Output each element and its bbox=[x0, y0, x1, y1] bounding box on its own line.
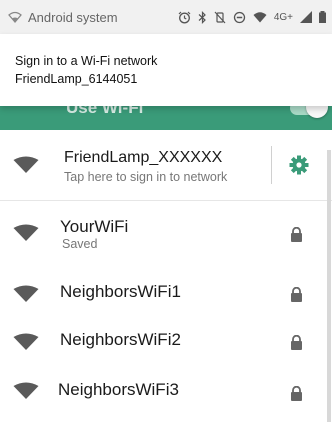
row-divider bbox=[271, 146, 272, 184]
settings-gear-icon[interactable] bbox=[289, 155, 309, 175]
network-ssid: NeighborsWiFi2 bbox=[60, 330, 181, 349]
battery-icon bbox=[319, 11, 326, 23]
notification-text: FriendLamp_6144051 bbox=[15, 72, 138, 86]
network-ssid: FriendLamp_XXXXXX bbox=[64, 149, 223, 166]
network-row[interactable]: NeighborsWiFi3 bbox=[0, 366, 332, 422]
notification-title: Sign in to a Wi-Fi network bbox=[15, 54, 158, 68]
list-scrollbar[interactable] bbox=[327, 150, 331, 422]
network-subtitle: Saved bbox=[62, 237, 98, 251]
wifi-signal-icon bbox=[13, 333, 39, 350]
status-bar: Android system 4G+ bbox=[0, 0, 332, 34]
network-ssid: YourWiFi bbox=[60, 217, 129, 236]
wifi-signal-icon bbox=[13, 224, 39, 241]
lock-icon bbox=[291, 335, 302, 350]
network-row[interactable]: FriendLamp_XXXXXX Tap here to sign in to… bbox=[0, 130, 332, 200]
lock-icon bbox=[291, 386, 302, 401]
network-subtitle: Tap here to sign in to network bbox=[64, 170, 228, 184]
network-row[interactable]: YourWiFi Saved bbox=[0, 201, 332, 267]
do-not-disturb-icon bbox=[233, 11, 245, 23]
status-app-name: Android system bbox=[28, 9, 118, 25]
wifi-notification-icon bbox=[8, 11, 22, 23]
wifi-signal-icon bbox=[13, 285, 39, 302]
lock-icon bbox=[291, 287, 302, 302]
cell-signal-icon bbox=[300, 11, 312, 23]
lock-icon bbox=[291, 227, 302, 242]
network-ssid: NeighborsWiFi3 bbox=[58, 380, 179, 399]
wifi-signal-icon bbox=[13, 156, 39, 173]
network-type-label: 4G+ bbox=[273, 11, 293, 23]
network-row[interactable]: NeighborsWiFi2 bbox=[0, 318, 332, 368]
wifi-status-icon bbox=[253, 12, 267, 23]
network-ssid: NeighborsWiFi1 bbox=[60, 282, 181, 301]
network-row[interactable]: NeighborsWiFi1 bbox=[0, 268, 332, 318]
wifi-signal-icon bbox=[13, 382, 39, 399]
alarm-icon bbox=[178, 11, 191, 23]
sign-in-notification[interactable]: Sign in to a Wi-Fi network FriendLamp_61… bbox=[0, 34, 332, 106]
vibrate-off-icon bbox=[214, 11, 226, 23]
bluetooth-icon bbox=[198, 10, 206, 24]
